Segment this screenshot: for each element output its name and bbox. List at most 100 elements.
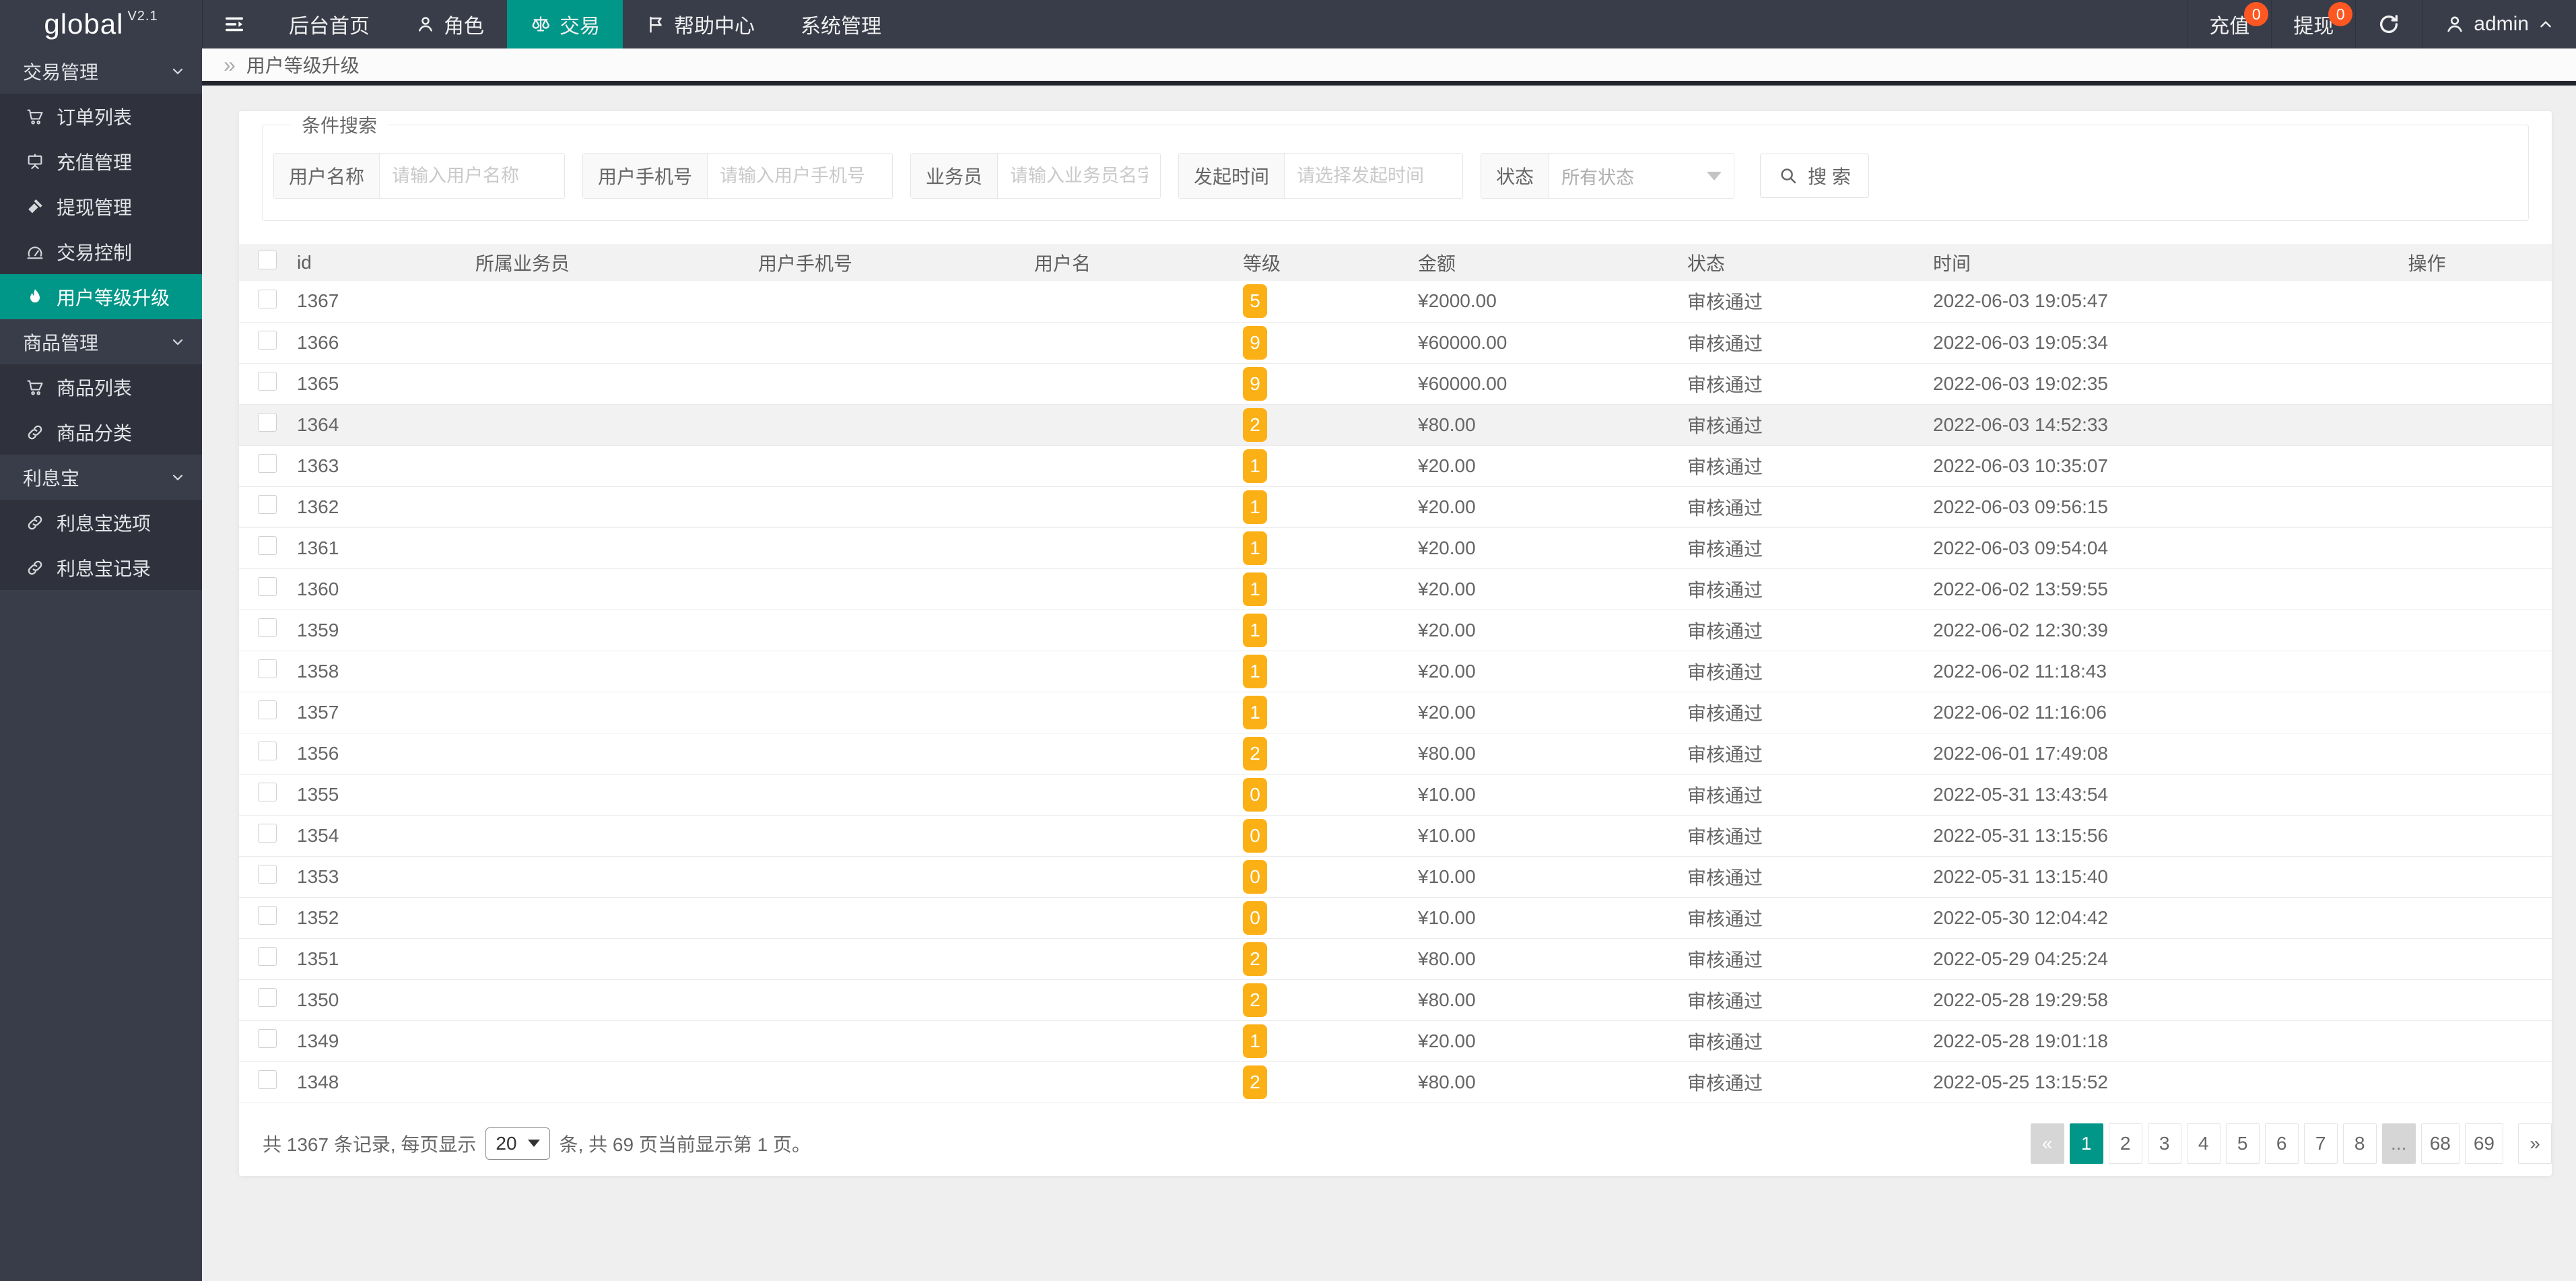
pager-page-8[interactable]: 8 — [2343, 1123, 2377, 1164]
content-card: 条件搜索 用户名称 用户手机号 业务员 发起时间 — [239, 111, 2552, 1176]
cell-phone — [747, 322, 1023, 363]
row-checkbox[interactable] — [258, 1070, 277, 1089]
nav-item-2[interactable]: 交易 — [507, 0, 623, 48]
flame-icon — [26, 288, 44, 306]
per-page-select[interactable]: 20 — [485, 1127, 549, 1160]
row-checkbox[interactable] — [258, 865, 277, 884]
user-menu[interactable]: admin — [2422, 0, 2576, 48]
pager-prev-button[interactable]: « — [2031, 1123, 2064, 1164]
nav-item-3[interactable]: 帮助中心 — [623, 0, 778, 48]
pager-ellipsis[interactable]: ... — [2382, 1123, 2416, 1164]
cell-action — [2303, 692, 2552, 733]
start-time-input[interactable] — [1285, 154, 1462, 198]
pager-page-7[interactable]: 7 — [2304, 1123, 2338, 1164]
row-checkbox[interactable] — [258, 495, 277, 514]
cell-username — [1023, 938, 1232, 979]
select-all-checkbox[interactable] — [258, 251, 277, 269]
level-badge: 1 — [1243, 449, 1267, 483]
nav-item-0[interactable]: 后台首页 — [266, 0, 393, 48]
recharge-button[interactable]: 充值 0 — [2187, 0, 2271, 48]
cell-amount: ¥80.00 — [1407, 733, 1676, 774]
col-username: 用户名 — [1023, 244, 1232, 281]
cell-id: 1356 — [286, 733, 465, 774]
pager-page-69[interactable]: 69 — [2465, 1123, 2503, 1164]
row-checkbox[interactable] — [258, 947, 277, 966]
pager-page-1[interactable]: 1 — [2070, 1123, 2103, 1164]
nav-item-4[interactable]: 系统管理 — [778, 0, 904, 48]
cell-salesman — [465, 856, 747, 897]
cell-action — [2303, 774, 2552, 815]
cell-time: 2022-05-31 13:15:56 — [1922, 815, 2303, 856]
row-checkbox[interactable] — [258, 742, 277, 760]
level-badge: 0 — [1243, 819, 1267, 853]
row-checkbox[interactable] — [258, 536, 277, 555]
sidebar-item-11[interactable]: 利息宝记录 — [0, 545, 202, 590]
user-icon — [2444, 13, 2466, 35]
col-time: 时间 — [1922, 244, 2303, 281]
cell-phone — [747, 404, 1023, 445]
pager-page-4[interactable]: 4 — [2187, 1123, 2221, 1164]
sidebar-item-label: 商品管理 — [23, 329, 98, 356]
sidebar-item-10[interactable]: 利息宝选项 — [0, 500, 202, 545]
row-checkbox[interactable] — [258, 577, 277, 596]
sidebar-item-0[interactable]: 交易管理 — [0, 48, 202, 94]
row-checkbox[interactable] — [258, 906, 277, 925]
sidebar-item-1[interactable]: 订单列表 — [0, 94, 202, 139]
status-select[interactable]: 所有状态 — [1549, 154, 1734, 198]
cell-salesman — [465, 486, 747, 527]
username-input[interactable] — [380, 154, 564, 198]
nav-item-1[interactable]: 角色 — [393, 0, 507, 48]
cell-phone — [747, 363, 1023, 404]
sidebar-item-label: 用户等级升级 — [57, 284, 170, 310]
chevron-down-icon — [170, 63, 186, 79]
withdraw-button[interactable]: 提现 0 — [2271, 0, 2355, 48]
pager-page-5[interactable]: 5 — [2226, 1123, 2260, 1164]
table-row: 13520¥10.00审核通过2022-05-30 12:04:42 — [239, 897, 2552, 938]
sidebar-item-4[interactable]: 交易控制 — [0, 229, 202, 274]
row-checkbox[interactable] — [258, 783, 277, 801]
cell-amount: ¥10.00 — [1407, 856, 1676, 897]
cell-level: 1 — [1232, 527, 1407, 568]
cell-amount: ¥80.00 — [1407, 1061, 1676, 1103]
row-checkbox[interactable] — [258, 700, 277, 719]
sidebar-collapse-button[interactable] — [203, 0, 266, 48]
cell-amount: ¥60000.00 — [1407, 363, 1676, 404]
sidebar-item-6[interactable]: 商品管理 — [0, 319, 202, 364]
row-checkbox[interactable] — [258, 659, 277, 678]
row-checkbox[interactable] — [258, 454, 277, 473]
pager-page-3[interactable]: 3 — [2148, 1123, 2181, 1164]
pager-page-6[interactable]: 6 — [2265, 1123, 2299, 1164]
search-button[interactable]: 搜 索 — [1760, 154, 1869, 198]
chevron-up-icon — [2537, 15, 2554, 33]
sidebar-item-7[interactable]: 商品列表 — [0, 364, 202, 409]
level-badge: 9 — [1243, 326, 1267, 360]
sidebar-item-2[interactable]: 充值管理 — [0, 139, 202, 184]
pager-page-68[interactable]: 68 — [2421, 1123, 2460, 1164]
sidebar-item-3[interactable]: 提现管理 — [0, 184, 202, 229]
sidebar-item-5[interactable]: 用户等级升级 — [0, 274, 202, 319]
row-checkbox[interactable] — [258, 290, 277, 308]
cell-username — [1023, 733, 1232, 774]
table-row: 13571¥20.00审核通过2022-06-02 11:16:06 — [239, 692, 2552, 733]
pager-next-button[interactable]: » — [2518, 1123, 2552, 1164]
row-checkbox[interactable] — [258, 824, 277, 843]
phone-input[interactable] — [708, 154, 892, 198]
sidebar-item-9[interactable]: 利息宝 — [0, 455, 202, 500]
refresh-button[interactable] — [2355, 0, 2422, 48]
row-checkbox[interactable] — [258, 1029, 277, 1048]
row-checkbox[interactable] — [258, 372, 277, 391]
row-checkbox[interactable] — [258, 413, 277, 432]
cell-level: 0 — [1232, 897, 1407, 938]
cell-username — [1023, 610, 1232, 651]
row-checkbox[interactable] — [258, 618, 277, 637]
cell-time: 2022-06-03 14:52:33 — [1922, 404, 2303, 445]
row-checkbox[interactable] — [258, 331, 277, 350]
salesman-input[interactable] — [998, 154, 1160, 198]
row-checkbox[interactable] — [258, 988, 277, 1007]
table-row: 13491¥20.00审核通过2022-05-28 19:01:18 — [239, 1020, 2552, 1061]
sidebar-item-8[interactable]: 商品分类 — [0, 409, 202, 455]
cell-amount: ¥10.00 — [1407, 774, 1676, 815]
filter-salesman-label: 业务员 — [911, 154, 998, 198]
pager-page-2[interactable]: 2 — [2109, 1123, 2142, 1164]
page: { "brand": {"name": "global", "version":… — [0, 0, 2576, 1281]
